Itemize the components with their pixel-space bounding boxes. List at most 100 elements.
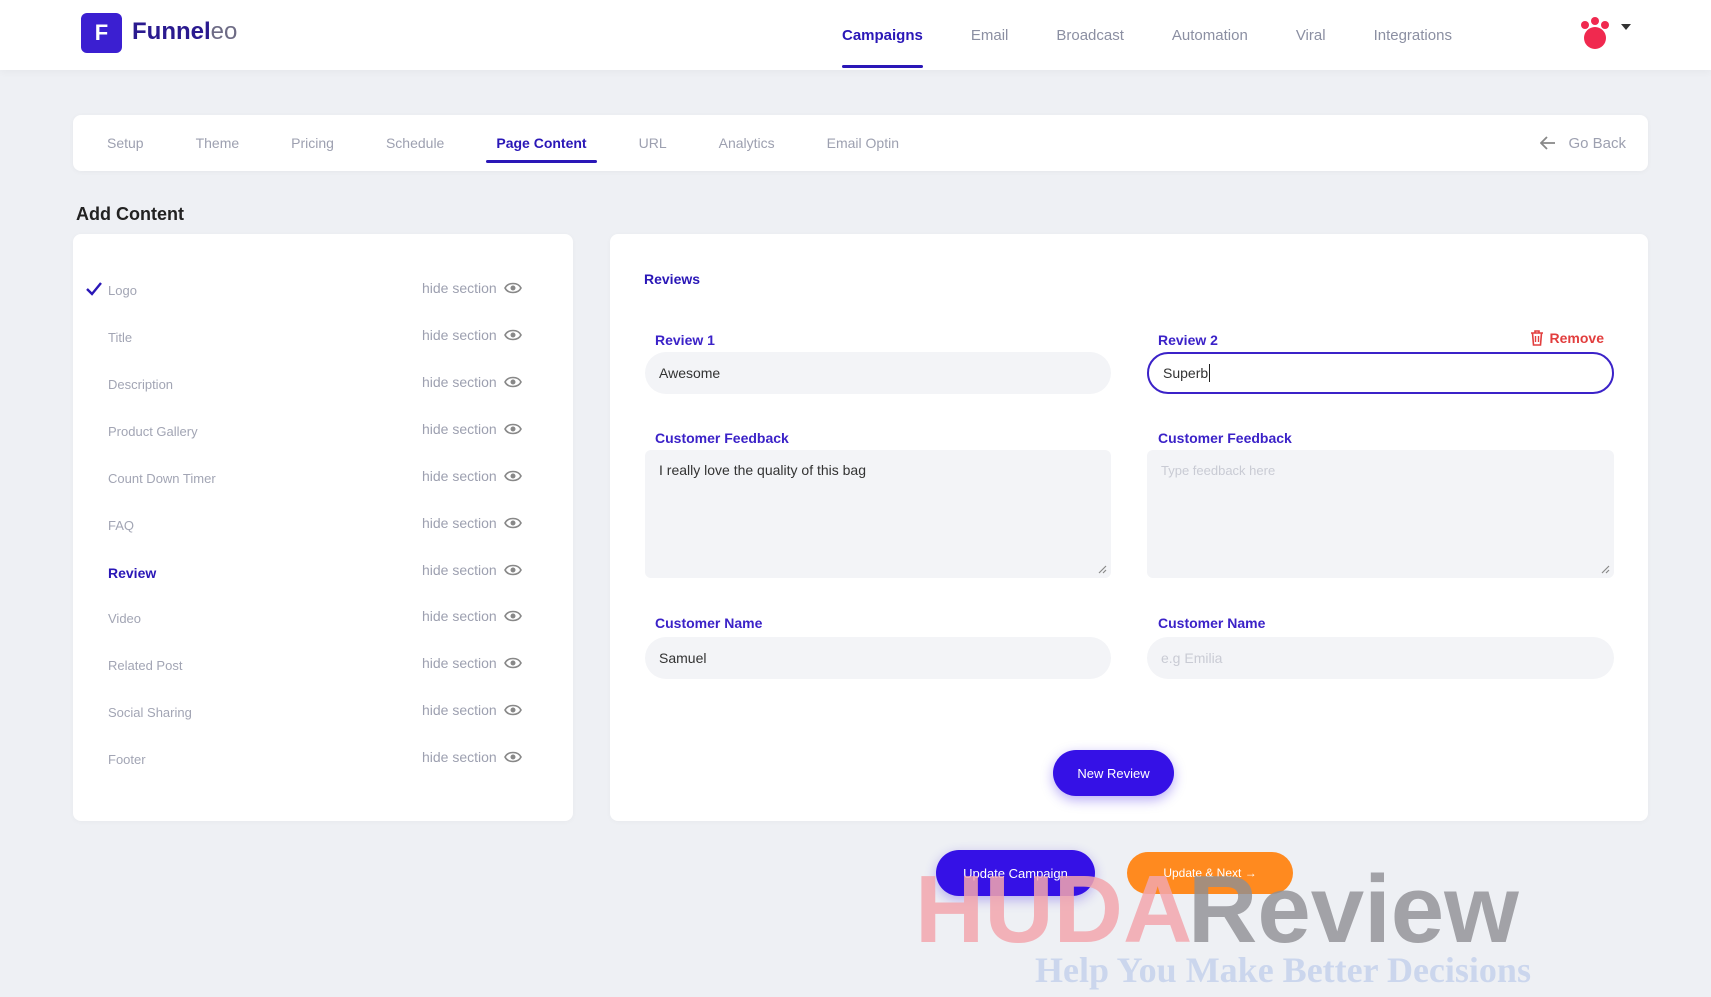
nav-integrations[interactable]: Integrations [1374,0,1452,70]
review-2-input[interactable]: Superb [1147,352,1614,394]
text-caret [1209,364,1211,382]
hide-section-label: hide section [422,468,497,484]
eye-icon [503,610,522,622]
section-label: Social Sharing [108,705,192,720]
tab-setup[interactable]: Setup [107,115,144,171]
customer-feedback-2-label: Customer Feedback [1158,430,1292,446]
review-1-input[interactable]: Awesome [645,352,1111,394]
tab-email-optin[interactable]: Email Optin [827,115,899,171]
watermark-huda: HUDA [915,856,1192,963]
section-row-description[interactable]: Description hide section [73,370,573,400]
resize-handle-icon[interactable] [1097,564,1107,574]
eye-icon [503,751,522,763]
tab-pricing[interactable]: Pricing [291,115,334,171]
nav-broadcast[interactable]: Broadcast [1056,0,1124,70]
section-row-related-post[interactable]: Related Post hide section [73,651,573,681]
hide-section-label: hide section [422,515,497,531]
tab-schedule[interactable]: Schedule [386,115,444,171]
user-avatar-icon[interactable] [1577,16,1613,52]
resize-handle-icon[interactable] [1600,564,1610,574]
campaign-tabs-bar: Setup Theme Pricing Schedule Page Conten… [73,115,1648,171]
review-1-label: Review 1 [655,332,715,348]
reviews-title: Reviews [644,271,701,287]
customer-feedback-1-textarea[interactable]: I really love the quality of this bag [645,450,1111,578]
customer-name-1-label: Customer Name [655,615,763,631]
brand-name[interactable]: Funneleo [132,18,237,46]
nav-viral[interactable]: Viral [1296,0,1326,70]
chevron-down-icon[interactable] [1621,24,1631,30]
hide-section-label: hide section [422,655,497,671]
section-row-logo[interactable]: Logo hide section [73,276,573,306]
add-content-title: Add Content [76,204,184,224]
go-back-label: Go Back [1568,134,1626,152]
section-row-video[interactable]: Video hide section [73,604,573,634]
trash-icon [1530,330,1543,346]
watermark-logo: HUDA Review Help You Make Better Decisio… [915,856,1531,990]
section-label: Logo [108,283,137,298]
eye-icon [503,564,522,576]
eye-icon [503,282,522,294]
eye-icon [503,657,522,669]
campaign-tabs: Setup Theme Pricing Schedule Page Conten… [107,115,951,171]
section-label: Footer [108,752,146,767]
section-row-footer[interactable]: Footer hide section [73,745,573,775]
section-row-product-gallery[interactable]: Product Gallery hide section [73,417,573,447]
eye-icon [503,470,522,482]
hide-section-toggle[interactable]: hide section [422,374,522,390]
brand-name-thin: eo [210,18,238,45]
review-1-value: Awesome [659,365,721,381]
section-label: FAQ [108,518,135,533]
section-row-review[interactable]: Review hide section [73,558,573,588]
section-row-social-sharing[interactable]: Social Sharing hide section [73,698,573,728]
customer-feedback-1-value: I really love the quality of this bag [659,462,867,478]
sections-panel: Logo hide section Title hide section Des… [73,234,573,821]
section-row-title[interactable]: Title hide section [73,323,573,353]
customer-feedback-2-textarea[interactable]: Type feedback here [1147,450,1614,578]
customer-name-2-label: Customer Name [1158,615,1266,631]
tab-theme[interactable]: Theme [196,115,240,171]
hide-section-toggle[interactable]: hide section [422,421,522,437]
eye-icon [503,423,522,435]
hide-section-label: hide section [422,562,497,578]
hide-section-label: hide section [422,327,497,343]
hide-section-toggle[interactable]: hide section [422,327,522,343]
tab-page-content[interactable]: Page Content [486,115,597,171]
remove-review-button[interactable]: Remove [1530,330,1604,346]
customer-name-2-input[interactable]: e.g Emilia [1147,637,1614,679]
nav-automation[interactable]: Automation [1172,0,1248,70]
new-review-button[interactable]: New Review [1053,750,1174,796]
eye-icon [503,329,522,341]
hide-section-toggle[interactable]: hide section [422,702,522,718]
nav-email[interactable]: Email [971,0,1009,70]
hide-section-label: hide section [422,749,497,765]
tab-analytics[interactable]: Analytics [719,115,775,171]
hide-section-toggle[interactable]: hide section [422,655,522,671]
hide-section-toggle[interactable]: hide section [422,608,522,624]
go-back-button[interactable]: Go Back [1540,115,1626,171]
eye-icon [503,517,522,529]
hide-section-toggle[interactable]: hide section [422,468,522,484]
tab-url[interactable]: URL [639,115,667,171]
section-label: Video [108,611,142,626]
watermark-tagline: Help You Make Better Decisions [1035,950,1531,990]
customer-feedback-2-placeholder: Type feedback here [1161,463,1276,478]
section-label: Review [108,565,157,581]
customer-name-1-value: Samuel [659,650,707,666]
brand-logo-icon[interactable]: F [81,13,122,53]
customer-name-1-input[interactable]: Samuel [645,637,1111,679]
section-label: Product Gallery [108,424,198,439]
customer-name-2-placeholder: e.g Emilia [1161,650,1223,666]
hide-section-toggle[interactable]: hide section [422,515,522,531]
eye-icon [503,376,522,388]
section-label: Count Down Timer [108,471,216,486]
section-label: Title [108,330,133,345]
hide-section-toggle[interactable]: hide section [422,749,522,765]
nav-campaigns[interactable]: Campaigns [842,0,923,70]
hide-section-toggle[interactable]: hide section [422,562,522,578]
reviews-panel: Reviews Review 1 Awesome Customer Feedba… [610,234,1648,821]
review-2-label: Review 2 [1158,332,1218,348]
section-row-faq[interactable]: FAQ hide section [73,511,573,541]
hide-section-toggle[interactable]: hide section [422,280,522,296]
section-row-countdown-timer[interactable]: Count Down Timer hide section [73,464,573,494]
hide-section-label: hide section [422,702,497,718]
